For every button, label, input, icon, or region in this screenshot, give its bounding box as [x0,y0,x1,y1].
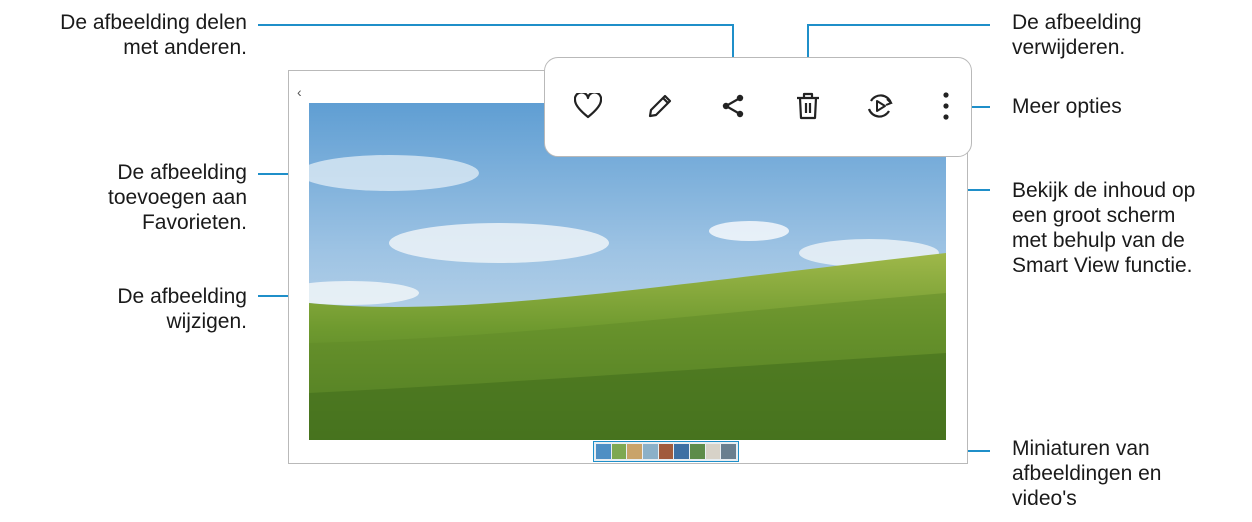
callout-share: De afbeelding delen met anderen. [60,11,247,59]
photo-toolbar [544,57,972,157]
callout-thumbnails: Miniaturen van afbeeldingen en video's [1012,437,1162,510]
callout-edit: De afbeelding wijzigen. [117,285,247,333]
share-icon[interactable] [713,84,753,128]
callout-smartview: Bekijk de inhoud op een groot scherm met… [1012,179,1196,277]
heart-icon[interactable] [568,84,608,128]
thumbnail[interactable] [674,444,690,459]
thumbnail-strip[interactable] [593,441,739,462]
smart-view-icon[interactable] [860,84,900,128]
back-chevron-icon[interactable]: ‹ [297,84,302,100]
pencil-icon[interactable] [640,84,680,128]
thumbnail[interactable] [611,444,627,459]
thumbnail[interactable] [643,444,658,459]
thumbnail[interactable] [596,444,611,459]
thumbnail[interactable] [721,444,737,459]
thumbnail[interactable] [627,444,643,459]
trash-icon[interactable] [788,84,828,128]
callout-favorite: De afbeelding toevoegen aan Favorieten. [108,161,247,234]
more-options-icon[interactable] [926,84,966,128]
callout-delete: De afbeelding verwijderen. [1012,11,1142,59]
thumbnail[interactable] [658,444,674,459]
thumbnail[interactable] [690,444,705,459]
thumbnail[interactable] [705,444,721,459]
callout-more: Meer opties [1012,95,1122,118]
